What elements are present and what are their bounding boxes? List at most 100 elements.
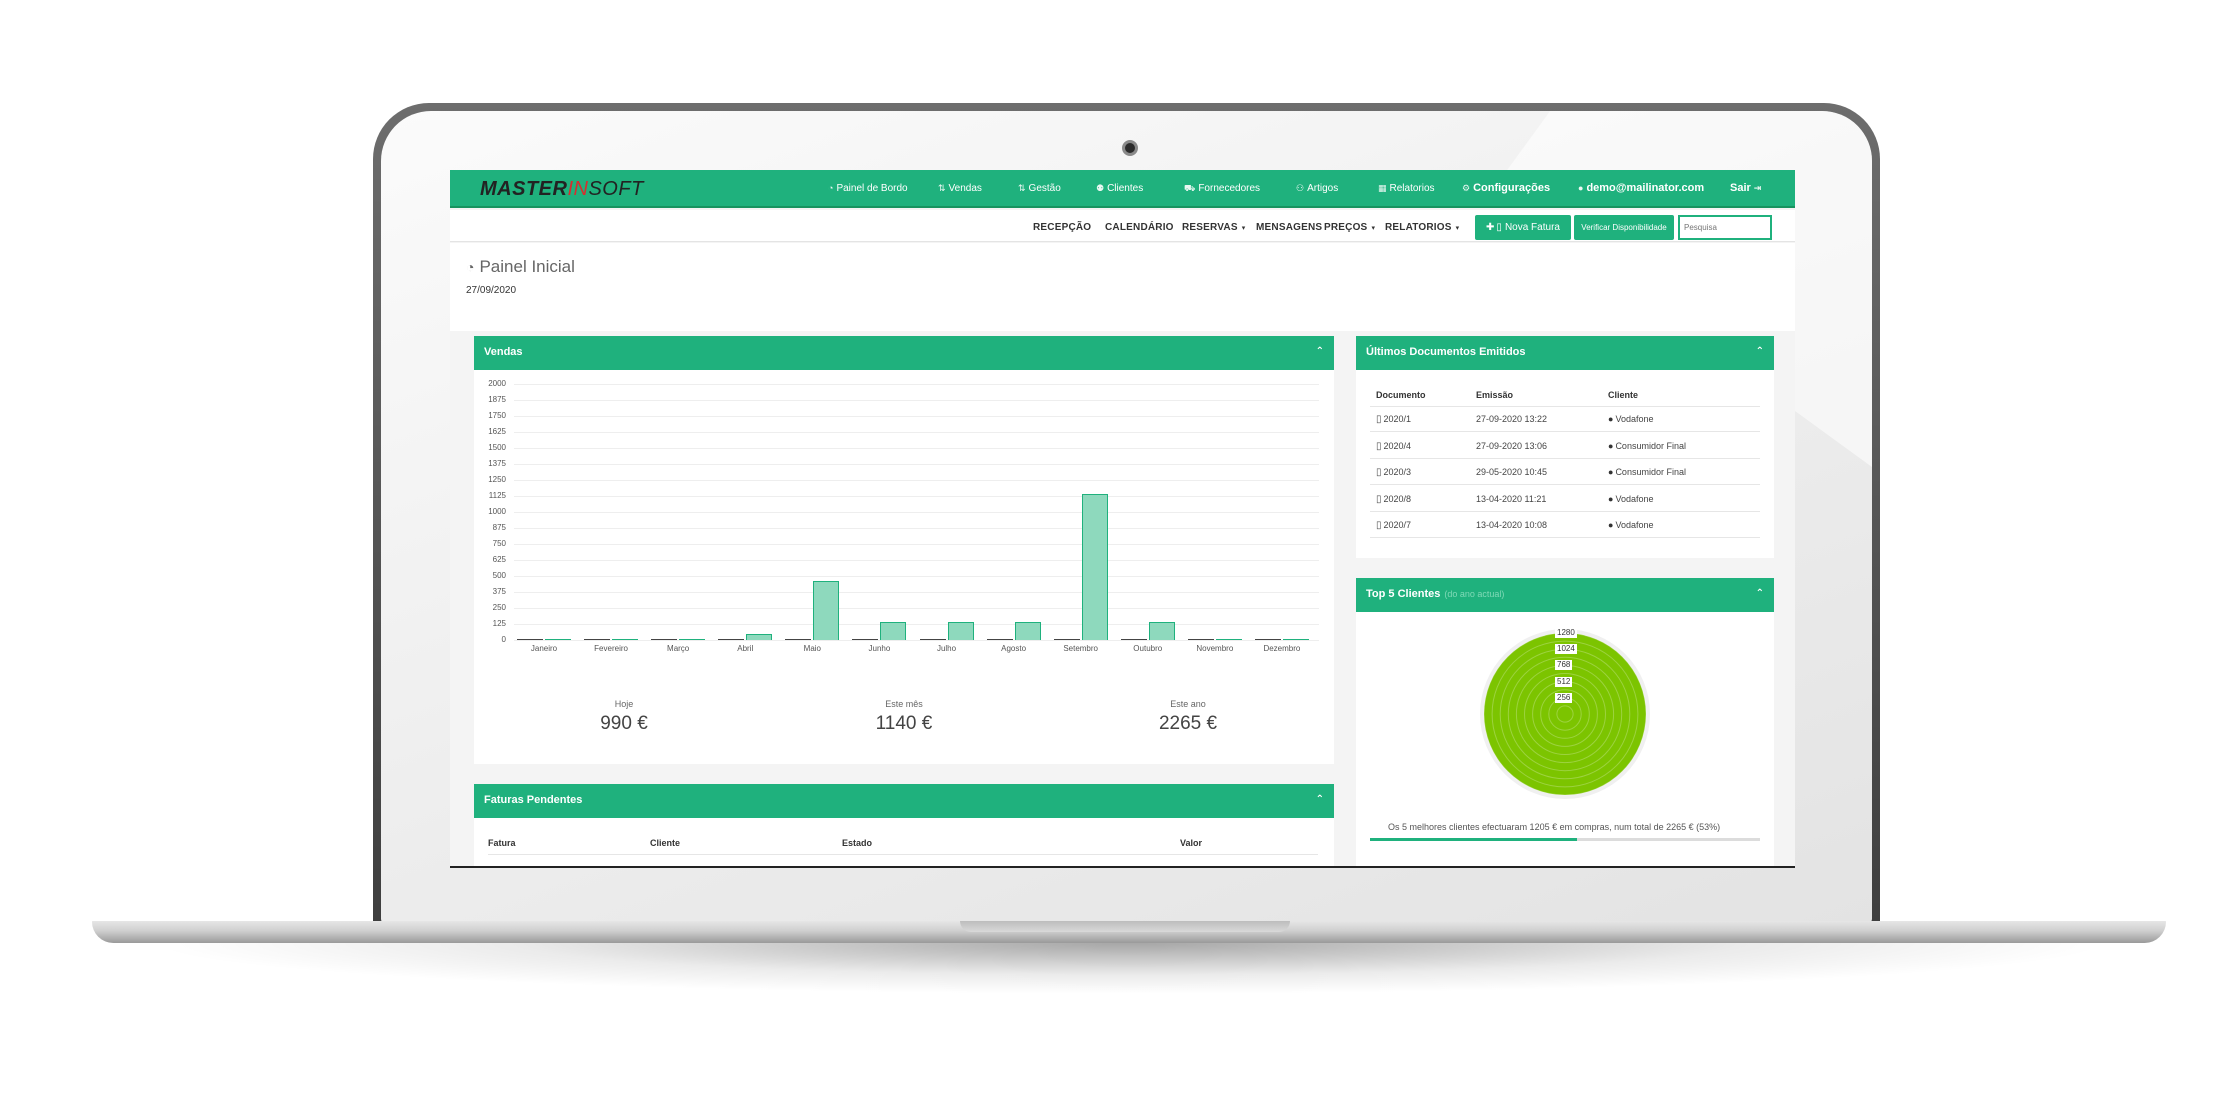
user-icon: ● (1608, 440, 1614, 451)
bar-series-2[interactable] (545, 639, 571, 640)
bar-series-1 (785, 639, 812, 640)
row-divider (1370, 510, 1760, 512)
y-tick-label: 375 (492, 587, 506, 596)
bar-series-1 (986, 639, 1013, 640)
sales-bar-chart: 2000 1875 1750 1625 1500 1375 1250 1125 1000 875 7… (474, 370, 1334, 690)
top5-progress-fill (1370, 838, 1577, 841)
top5-summary: Os 5 melhores clientes efectuaram 1205 €… (1388, 822, 1721, 832)
subnav-mensagens[interactable]: MENSAGENS (1256, 222, 1322, 233)
y-tick-label: 1375 (488, 459, 506, 468)
polar-scale-label: 768 (1555, 660, 1573, 671)
client-cell: ● Consumidor Final (1608, 467, 1686, 477)
document-icon: ▯ (1376, 520, 1382, 531)
gridline (514, 480, 1319, 481)
bar-series-2[interactable] (1014, 622, 1041, 640)
bar-series-2[interactable] (947, 622, 974, 640)
row-divider (1370, 537, 1760, 538)
bar-series-2[interactable] (813, 581, 840, 640)
subnav-calendario[interactable]: CALENDÁRIO (1105, 222, 1174, 233)
chevron-up-icon[interactable]: ⌃ (1316, 794, 1324, 805)
gridline (514, 448, 1319, 449)
chevron-up-icon[interactable]: ⌃ (1756, 346, 1764, 357)
bar-series-2[interactable] (612, 639, 639, 640)
laptop-mockup: MASTERINSOFT ◔ Painel de Bordo ⇅ Vendas ⇅ G… (0, 0, 2228, 1101)
subnav-rececao[interactable]: RECEPÇÃO (1033, 222, 1091, 233)
emission-cell: 29-05-2020 10:45 (1476, 467, 1548, 477)
chevron-up-icon[interactable]: ⌃ (1316, 346, 1324, 357)
page-date: 27/09/2020 (466, 285, 517, 296)
nav-gestao[interactable]: ⇅ Gestão (1018, 183, 1061, 194)
document-icon: ▯ (1376, 493, 1382, 505)
bar-series-1 (1053, 639, 1080, 640)
search-input[interactable] (1678, 215, 1772, 240)
subnav-precos[interactable]: PREÇOS ▾ (1324, 222, 1375, 233)
bar-series-2[interactable] (746, 633, 773, 640)
nav-fornecedores[interactable]: ⛟ Fornecedores (1184, 183, 1260, 195)
nav-artigos[interactable]: ⚇ Artigos (1296, 183, 1338, 194)
nav-relatorios[interactable]: ▦ Relatorios (1378, 183, 1435, 194)
y-tick-label: 2000 (488, 379, 506, 388)
col-valor: Valor (1180, 838, 1203, 848)
document-icon: ▯ (1496, 222, 1502, 233)
nav-clientes[interactable]: ⚉ Clientes (1096, 183, 1143, 194)
y-tick-label: 1250 (488, 475, 506, 484)
bar-series-2[interactable] (1282, 639, 1309, 640)
gridline (514, 640, 1319, 641)
bar-series-1 (919, 639, 946, 640)
bar-series-1 (584, 639, 611, 640)
page-header: ◔ Painel Inicial 27/09/2020 (450, 243, 1795, 331)
x-tick-label: Novembro (1196, 644, 1234, 653)
nav-user-account[interactable]: ● demo@mailinator.com (1578, 182, 1704, 194)
x-tick-label: Outubro (1133, 644, 1163, 653)
bar-series-1 (852, 639, 879, 640)
gridline (514, 560, 1319, 561)
bar-series-2[interactable] (679, 639, 706, 640)
x-tick-label: Junho (868, 644, 891, 653)
polar-scale-label: 1024 (1555, 644, 1577, 655)
y-tick-label: 0 (501, 635, 506, 644)
nav-painel-de-bordo[interactable]: ◔ Painel de Bordo (828, 183, 908, 194)
bar-series-2[interactable] (1081, 494, 1108, 640)
chevron-up-icon[interactable]: ⌃ (1756, 588, 1764, 599)
client-cell: ● Vodafone (1608, 493, 1654, 504)
gridline (514, 464, 1319, 465)
subnav-reservas[interactable]: RESERVAS ▾ (1182, 222, 1245, 233)
y-tick-label: 875 (492, 523, 506, 532)
document-icon: ▯ (1376, 467, 1382, 478)
document-cell[interactable]: ▯ 2020/3 (1376, 467, 1411, 478)
bar-series-2[interactable] (880, 622, 907, 640)
sales-icon: ⇅ (938, 183, 946, 193)
nav-configuracoes[interactable]: ⚙ Configurações (1462, 182, 1550, 194)
bar-series-1 (517, 639, 543, 640)
app-logo[interactable]: MASTERINSOFT (480, 178, 644, 201)
document-cell[interactable]: ▯ 2020/4 (1376, 441, 1411, 452)
y-tick-label: 1125 (488, 491, 506, 500)
polar-scale-label: 512 (1555, 676, 1573, 687)
reports-icon: ▦ (1378, 183, 1387, 193)
check-availability-button[interactable]: Verificar Disponibilidade (1574, 215, 1674, 240)
row-divider (1370, 431, 1760, 432)
nav-sair[interactable]: Sair ⇥ (1730, 182, 1764, 194)
row-divider (1370, 484, 1760, 485)
secondary-navbar: RECEPÇÃO CALENDÁRIO RESERVAS ▾ MENSAGENS … (450, 210, 1795, 242)
gridline (514, 512, 1319, 513)
bar-series-2[interactable] (1215, 639, 1242, 640)
y-tick-label: 1875 (488, 395, 506, 404)
gridline (514, 400, 1319, 401)
subnav-relatorios[interactable]: RELATORIOS ▾ (1385, 222, 1459, 233)
col-estado: Estado (842, 838, 873, 848)
x-tick-label: Fevereiro (594, 644, 628, 653)
new-invoice-button[interactable]: ✚ ▯ Nova Fatura (1475, 215, 1571, 240)
user-icon: ● (1608, 493, 1614, 504)
document-cell[interactable]: ▯ 2020/8 (1376, 494, 1411, 505)
x-tick-label: Março (667, 644, 690, 653)
document-cell[interactable]: ▯ 2020/1 (1376, 414, 1411, 425)
x-tick-label: Janeiro (530, 644, 558, 653)
bar-series-2[interactable] (1148, 622, 1175, 640)
nav-vendas[interactable]: ⇅ Vendas (938, 183, 982, 194)
document-icon: ▯ (1376, 414, 1382, 425)
y-tick-label: 125 (492, 619, 506, 628)
x-tick-label: Maio (803, 644, 821, 653)
emission-cell: 13-04-2020 10:08 (1476, 520, 1548, 530)
document-cell[interactable]: ▯ 2020/7 (1376, 520, 1411, 531)
